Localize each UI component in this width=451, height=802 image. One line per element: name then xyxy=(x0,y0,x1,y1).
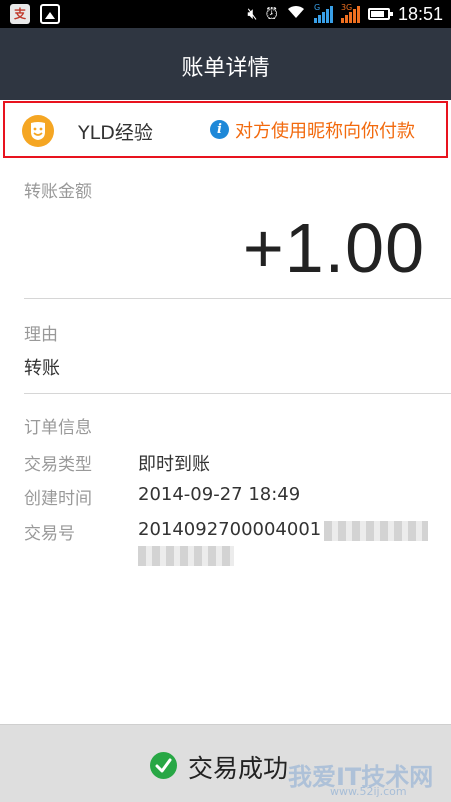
trade-number-redacted xyxy=(138,546,234,566)
wifi-icon xyxy=(286,3,306,25)
success-check-icon xyxy=(150,752,177,779)
signal-icon-2: 3G xyxy=(340,3,360,23)
transfer-amount: +1.00 xyxy=(242,209,425,287)
status-time: 18:51 xyxy=(397,3,443,24)
title-bar: 账单详情 xyxy=(0,28,451,100)
watermark-url: www.52ij.com xyxy=(330,785,407,798)
battery-icon xyxy=(367,8,393,20)
divider xyxy=(24,393,451,394)
trade-number-redacted xyxy=(324,521,428,541)
mute-icon: 🔇︎ xyxy=(247,4,258,23)
trade-type-label: 交易类型 xyxy=(24,455,92,475)
status-bar: 支 🔇︎ ⏰︎ G 3G 18:51 xyxy=(0,0,451,28)
gallery-icon xyxy=(40,4,60,24)
alipay-app-icon: 支 xyxy=(10,4,30,24)
trade-number-label: 交易号 xyxy=(24,524,75,544)
alarm-icon: ⏰︎ xyxy=(265,4,278,23)
amount-label: 转账金额 xyxy=(24,182,92,202)
trade-success-text: 交易成功 xyxy=(188,754,289,783)
trade-type-value: 即时到账 xyxy=(138,454,210,475)
reason-label: 理由 xyxy=(24,325,58,345)
trade-number-value: 2014092700004001 xyxy=(138,519,322,540)
payer-name: YLD经验 xyxy=(78,122,153,144)
info-icon[interactable]: i xyxy=(210,120,229,139)
order-info-label: 订单信息 xyxy=(24,418,92,438)
created-time-value: 2014-09-27 18:49 xyxy=(138,484,301,505)
reason-value: 转账 xyxy=(24,358,60,379)
divider xyxy=(24,298,451,299)
created-time-label: 创建时间 xyxy=(24,489,92,509)
signal-icon-1: G xyxy=(313,3,333,23)
nickname-payment-note: 对方使用昵称向你付款 xyxy=(235,121,415,142)
payer-avatar-icon xyxy=(22,115,54,147)
page-title: 账单详情 xyxy=(181,56,270,81)
payer-row[interactable]: YLD经验 i 对方使用昵称向你付款 xyxy=(3,101,448,158)
footer-status-bar: 交易成功 我爱IT技术网 www.52ij.com xyxy=(0,724,451,802)
